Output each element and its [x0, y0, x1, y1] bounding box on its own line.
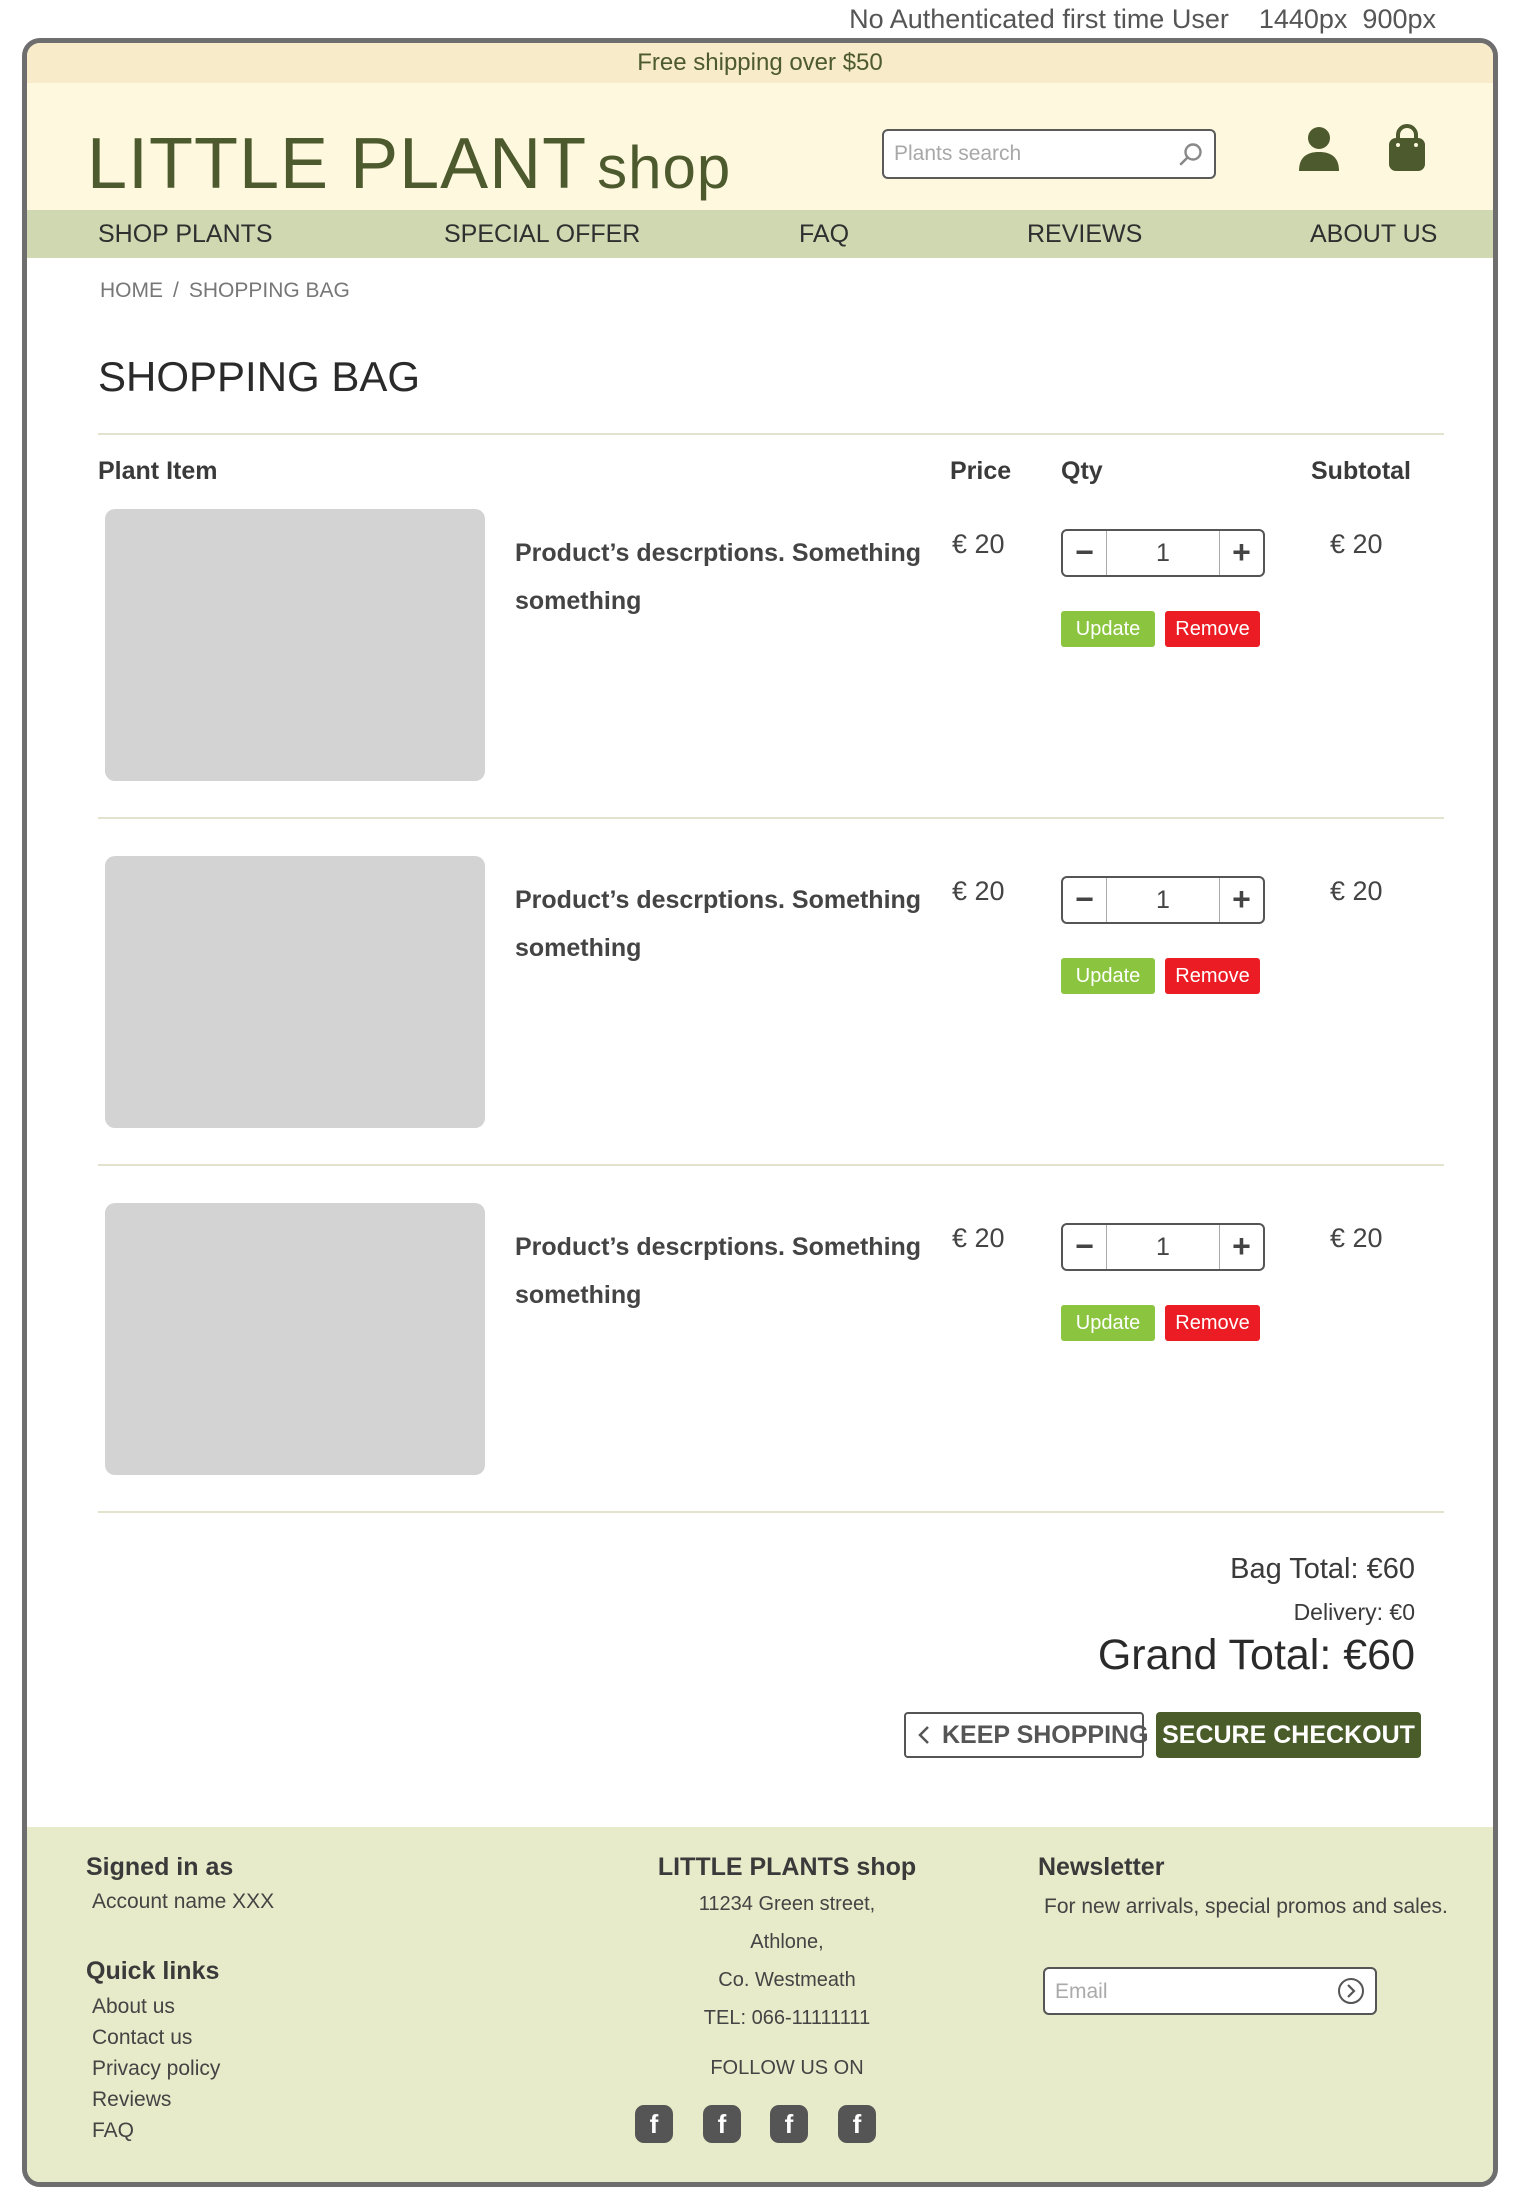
- account-name[interactable]: Account name XXX: [92, 1890, 274, 1914]
- footer-address-line: Co. Westmeath: [718, 1969, 856, 1991]
- delivery-cost: Delivery: €0: [1293, 1599, 1415, 1625]
- brand-suffix: shop: [597, 134, 732, 201]
- product-image-placeholder[interactable]: [105, 509, 485, 781]
- product-description[interactable]: Product’s descrptions. Something somethi…: [515, 529, 945, 625]
- nav-about-us[interactable]: ABOUT US: [1310, 210, 1437, 258]
- breadcrumb-current: SHOPPING BAG: [188, 279, 350, 302]
- breadcrumb-home[interactable]: HOME: [100, 279, 163, 302]
- signed-in-heading: Signed in as: [86, 1853, 234, 1881]
- update-button[interactable]: Update: [1061, 958, 1155, 994]
- quantity-stepper: − 1 +: [1061, 529, 1265, 577]
- keep-shopping-button[interactable]: KEEP SHOPPING: [904, 1712, 1149, 1758]
- remove-button[interactable]: Remove: [1165, 1305, 1260, 1341]
- footer-address-line: Athlone,: [750, 1931, 824, 1953]
- wireframe-annotation: No Authenticated first time User 1440px …: [849, 4, 1436, 34]
- footer-address-line: 11234 Green street,: [698, 1893, 876, 1915]
- increase-quantity-button[interactable]: +: [1219, 878, 1263, 922]
- bag-total: Bag Total: €60: [1230, 1553, 1415, 1585]
- footer-link-reviews[interactable]: Reviews: [92, 2088, 171, 2112]
- facebook-icon[interactable]: f: [635, 2105, 673, 2143]
- grand-total: Grand Total: €60: [1097, 1631, 1415, 1679]
- decrease-quantity-button[interactable]: −: [1063, 531, 1107, 575]
- facebook-icon[interactable]: f: [770, 2105, 808, 2143]
- column-header-item: Plant Item: [98, 457, 218, 485]
- quantity-value[interactable]: 1: [1107, 531, 1219, 575]
- breadcrumb: HOME / SHOPPING BAG: [100, 279, 350, 303]
- footer-shop-name: LITTLE PLANTS shop: [657, 1853, 917, 1881]
- main-nav: SHOP PLANTS SPECIAL OFFER FAQ REVIEWS AB…: [27, 210, 1493, 258]
- arrow-right-circle-icon[interactable]: [1337, 1977, 1365, 2005]
- divider: [98, 1164, 1444, 1166]
- decrease-quantity-button[interactable]: −: [1063, 1225, 1107, 1269]
- product-subtotal: € 20: [1330, 876, 1383, 906]
- column-header-qty: Qty: [1061, 457, 1103, 485]
- quantity-value[interactable]: 1: [1107, 878, 1219, 922]
- shopping-bag-icon[interactable]: [1385, 123, 1429, 173]
- nav-reviews[interactable]: REVIEWS: [1027, 210, 1142, 258]
- column-header-subtotal: Subtotal: [1311, 457, 1411, 485]
- footer-phone: TEL: 066-11111111: [703, 2007, 871, 2029]
- product-description[interactable]: Product’s descrptions. Something somethi…: [515, 876, 945, 972]
- divider: [98, 1511, 1444, 1513]
- search-input[interactable]: [894, 138, 1164, 170]
- decrease-quantity-button[interactable]: −: [1063, 878, 1107, 922]
- quantity-value[interactable]: 1: [1107, 1225, 1219, 1269]
- nav-faq[interactable]: FAQ: [799, 210, 849, 258]
- facebook-icon[interactable]: f: [838, 2105, 876, 2143]
- product-price: € 20: [952, 876, 1005, 906]
- email-field[interactable]: [1055, 1976, 1325, 2008]
- nav-special-offer[interactable]: SPECIAL OFFER: [444, 210, 640, 258]
- remove-button[interactable]: Remove: [1165, 958, 1260, 994]
- product-image-placeholder[interactable]: [105, 1203, 485, 1475]
- product-image-placeholder[interactable]: [105, 856, 485, 1128]
- update-button[interactable]: Update: [1061, 611, 1155, 647]
- divider: [98, 817, 1444, 819]
- keep-shopping-label: KEEP SHOPPING: [942, 1721, 1149, 1749]
- page-title: SHOPPING BAG: [98, 353, 421, 400]
- footer-link-faq[interactable]: FAQ: [92, 2119, 134, 2143]
- product-subtotal: € 20: [1330, 529, 1383, 559]
- cart-row: Product’s descrptions. Something somethi…: [27, 856, 1493, 1202]
- search-icon[interactable]: [1178, 141, 1204, 167]
- promo-banner: Free shipping over $50: [27, 43, 1493, 83]
- brand-logo[interactable]: LITTLE PLANT shop: [87, 123, 731, 205]
- quick-links-heading: Quick links: [86, 1957, 220, 1985]
- increase-quantity-button[interactable]: +: [1219, 531, 1263, 575]
- column-header-price: Price: [950, 457, 1012, 485]
- product-price: € 20: [952, 529, 1005, 559]
- remove-button[interactable]: Remove: [1165, 611, 1260, 647]
- secure-checkout-button[interactable]: SECURE CHECKOUT: [1156, 1712, 1421, 1758]
- newsletter-heading: Newsletter: [1038, 1853, 1165, 1881]
- product-price: € 20: [952, 1223, 1005, 1253]
- newsletter-text: For new arrivals, special promos and sal…: [1044, 1895, 1448, 1918]
- cart-row: Product’s descrptions. Something somethi…: [27, 1203, 1493, 1549]
- breadcrumb-separator: /: [173, 279, 179, 302]
- site-header: LITTLE PLANT shop: [27, 83, 1493, 210]
- brand-name: LITTLE PLANT: [87, 124, 588, 204]
- follow-us-label: FOLLOW US ON: [710, 2057, 864, 2079]
- browser-frame: Free shipping over $50 LITTLE PLANT shop …: [22, 38, 1498, 2187]
- update-button[interactable]: Update: [1061, 1305, 1155, 1341]
- increase-quantity-button[interactable]: +: [1219, 1225, 1263, 1269]
- cart-row: Product’s descrptions. Something somethi…: [27, 509, 1493, 855]
- user-icon[interactable]: [1297, 125, 1341, 173]
- facebook-icon[interactable]: f: [703, 2105, 741, 2143]
- quantity-stepper: − 1 +: [1061, 876, 1265, 924]
- divider: [98, 433, 1444, 435]
- footer-link-privacy-policy[interactable]: Privacy policy: [92, 2057, 220, 2081]
- footer-link-contact-us[interactable]: Contact us: [92, 2026, 192, 2050]
- nav-shop-plants[interactable]: SHOP PLANTS: [98, 210, 273, 258]
- product-description[interactable]: Product’s descrptions. Something somethi…: [515, 1223, 945, 1319]
- newsletter-email-box: [1043, 1967, 1377, 2015]
- chevron-left-icon: [918, 1726, 929, 1744]
- quantity-stepper: − 1 +: [1061, 1223, 1265, 1271]
- product-subtotal: € 20: [1330, 1223, 1383, 1253]
- footer-link-about-us[interactable]: About us: [92, 1995, 175, 2019]
- search-box: [882, 129, 1216, 179]
